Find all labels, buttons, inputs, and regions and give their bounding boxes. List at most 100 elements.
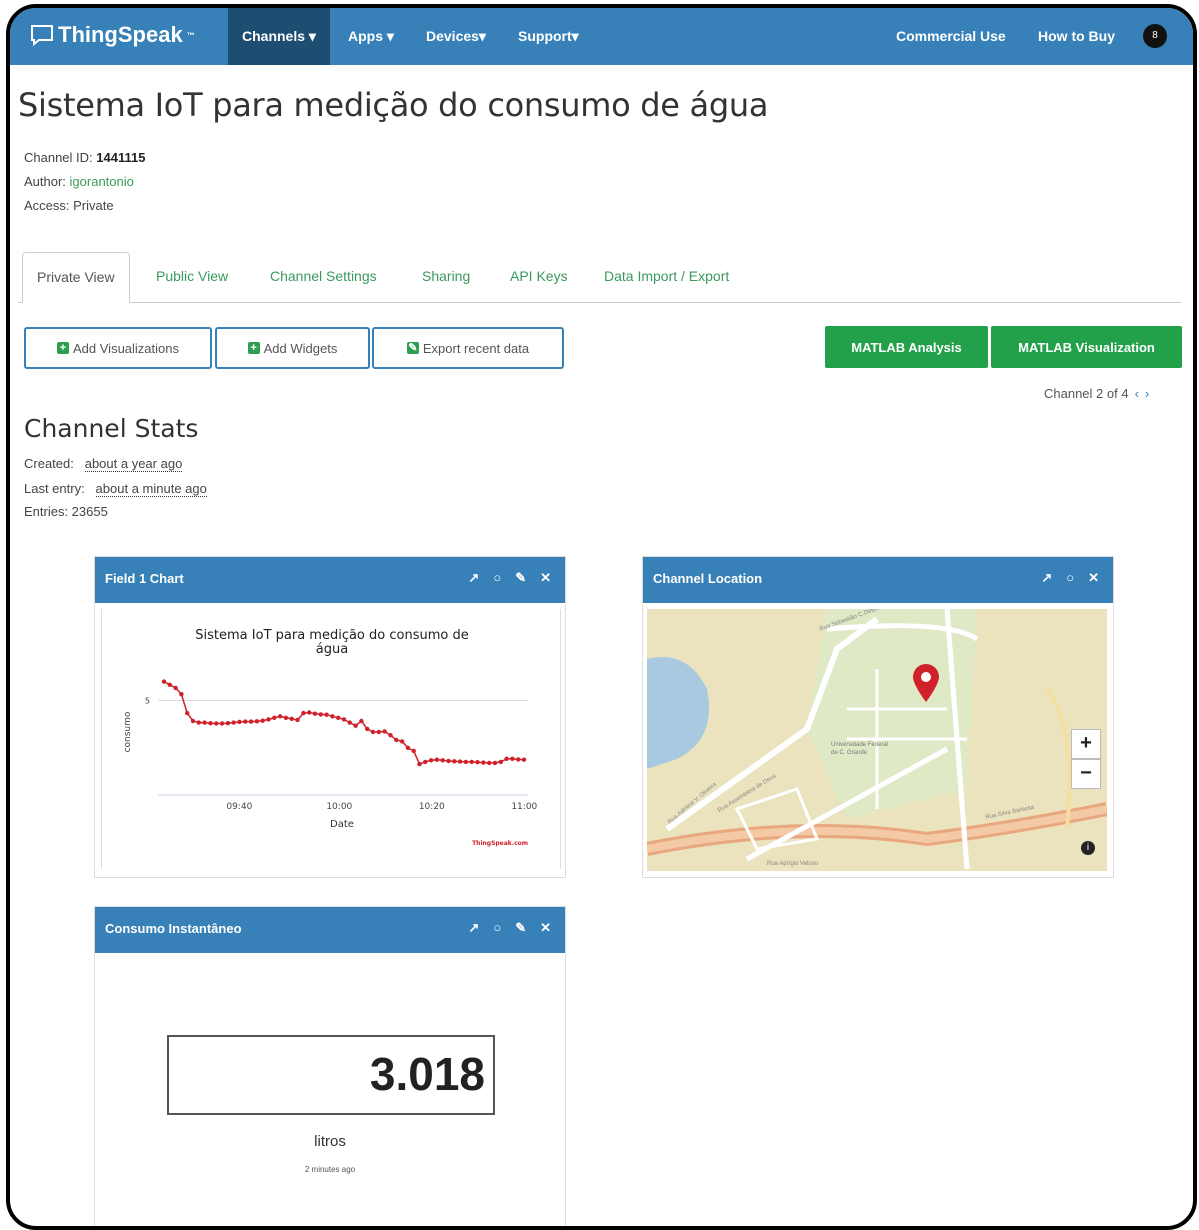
close-icon[interactable]: ✕	[1088, 570, 1099, 586]
nav-support[interactable]: Support▾	[518, 8, 579, 65]
nav-channels[interactable]: Channels ▾	[228, 8, 330, 65]
data-point	[423, 759, 428, 765]
chart-area: Sistema IoT para medição do consumo de ág…	[101, 609, 561, 869]
comment-icon[interactable]: ○	[493, 920, 501, 936]
widget-header: Channel Location ↗ ○ ✕	[643, 557, 1113, 603]
data-point	[283, 715, 289, 720]
data-point	[521, 757, 527, 762]
pencil-icon[interactable]: ✎	[515, 920, 526, 936]
map-pin-icon[interactable]	[911, 663, 941, 703]
data-point	[498, 759, 503, 765]
data-point	[231, 720, 236, 725]
data-point	[295, 717, 300, 723]
data-point	[504, 756, 509, 761]
tab-public-view[interactable]: Public View	[156, 252, 228, 300]
data-point	[336, 715, 341, 720]
comment-icon[interactable]: ○	[1066, 570, 1074, 586]
author: Author: igorantonio	[24, 174, 134, 189]
comment-icon[interactable]: ○	[493, 570, 501, 586]
x-tick-label: 09:40	[226, 802, 252, 812]
data-point	[411, 748, 416, 754]
external-link-icon[interactable]: ↗	[468, 570, 479, 586]
zoom-out-button[interactable]: −	[1071, 759, 1101, 789]
data-point	[272, 715, 277, 720]
data-point	[428, 758, 434, 763]
data-point	[417, 761, 422, 767]
author-link[interactable]: igorantonio	[70, 174, 134, 189]
data-point	[434, 757, 440, 762]
data-point	[219, 721, 225, 726]
nav-commercial-use[interactable]: Commercial Use	[896, 8, 1006, 65]
user-avatar[interactable]: 8	[1143, 24, 1167, 48]
chevron-left-icon[interactable]: ‹	[1135, 386, 1139, 401]
external-link-icon[interactable]: ↗	[1041, 570, 1052, 586]
x-tick-label: 11:00	[511, 802, 537, 812]
channel-pager: Channel 2 of 4 ‹ ›	[1044, 386, 1149, 401]
data-point	[475, 760, 480, 765]
x-tick-label: 10:00	[326, 802, 352, 812]
info-icon[interactable]: i	[1081, 841, 1095, 855]
chart-title: Sistema IoT para medição do consumo de	[195, 628, 468, 643]
data-point	[516, 757, 521, 762]
channel-id-value: 1441115	[96, 150, 146, 165]
matlab-visualization-button[interactable]: MATLAB Visualization	[991, 326, 1182, 368]
widget-header: Consumo Instantâneo ↗ ○ ✎ ✕	[95, 907, 565, 953]
logo-tm: ™	[186, 30, 195, 40]
y-tick-label: 5	[145, 697, 150, 706]
data-point	[173, 685, 178, 691]
data-point	[405, 745, 411, 750]
page-title: Sistema IoT para medição do consumo de á…	[18, 86, 769, 124]
matlab-analysis-button[interactable]: MATLAB Analysis	[825, 326, 988, 368]
tab-private-view[interactable]: Private View	[22, 252, 130, 303]
nav-devices[interactable]: Devices▾	[426, 8, 486, 65]
data-point	[394, 737, 399, 743]
numeric-unit: litros	[314, 1133, 346, 1150]
add-visualizations-button[interactable]: + Add Visualizations	[24, 327, 212, 369]
zoom-in-button[interactable]: +	[1071, 729, 1101, 759]
tab-channel-settings[interactable]: Channel Settings	[270, 252, 377, 300]
app-frame: ThingSpeak ™ Channels ▾ Apps ▾ Devices▾ S…	[6, 4, 1197, 1230]
external-link-icon[interactable]: ↗	[468, 920, 479, 936]
channel-tabs: Private View Public View Channel Setting…	[18, 252, 1181, 303]
data-point	[289, 716, 294, 721]
data-point	[167, 682, 172, 687]
logo-text: ThingSpeak	[58, 22, 183, 47]
pencil-icon[interactable]: ✎	[515, 570, 526, 586]
close-icon[interactable]: ✕	[540, 920, 551, 936]
channel-id: Channel ID: 1441115	[24, 150, 145, 165]
data-point	[202, 720, 207, 725]
close-icon[interactable]: ✕	[540, 570, 551, 586]
data-point	[324, 712, 329, 717]
data-point	[185, 710, 190, 716]
tab-api-keys[interactable]: API Keys	[510, 252, 568, 300]
widget-header: Field 1 Chart ↗ ○ ✎ ✕	[95, 557, 565, 603]
stats-entries: Entries: 23655	[24, 504, 108, 519]
line-chart: Sistema IoT para medição do consumo deág…	[123, 628, 538, 847]
add-widgets-button[interactable]: + Add Widgets	[215, 327, 370, 369]
created-label: Created:	[24, 456, 74, 471]
export-recent-data-button[interactable]: ✎ Export recent data	[372, 327, 564, 369]
data-point	[301, 710, 306, 716]
nav-apps[interactable]: Apps ▾	[348, 8, 394, 65]
tab-data-import-export[interactable]: Data Import / Export	[604, 252, 729, 300]
data-point	[318, 712, 323, 717]
numeric-timestamp: 2 minutes ago	[304, 1165, 356, 1174]
chevron-right-icon[interactable]: ›	[1145, 386, 1149, 401]
data-point	[179, 692, 184, 697]
consumo-instantaneo-widget: Consumo Instantâneo ↗ ○ ✎ ✕ 3.018 litros…	[94, 906, 566, 1226]
nav-how-to-buy[interactable]: How to Buy	[1038, 8, 1115, 65]
location-map[interactable]: Universidade Federal de C. Grande Rua Se…	[647, 609, 1107, 871]
channel-id-label: Channel ID:	[24, 150, 93, 165]
data-point	[353, 723, 358, 728]
widget-title: Field 1 Chart	[105, 571, 184, 586]
stats-last-entry: Last entry: about a minute ago	[24, 481, 207, 497]
data-point	[492, 760, 498, 766]
plus-icon: +	[57, 342, 69, 354]
tab-sharing[interactable]: Sharing	[422, 252, 470, 300]
data-point	[214, 721, 219, 726]
widget-actions: ↗ ○ ✎ ✕	[468, 570, 551, 586]
thingspeak-logo[interactable]: ThingSpeak ™	[30, 22, 195, 48]
data-point	[382, 729, 387, 734]
data-point	[307, 710, 312, 715]
widget-title: Channel Location	[653, 571, 763, 586]
